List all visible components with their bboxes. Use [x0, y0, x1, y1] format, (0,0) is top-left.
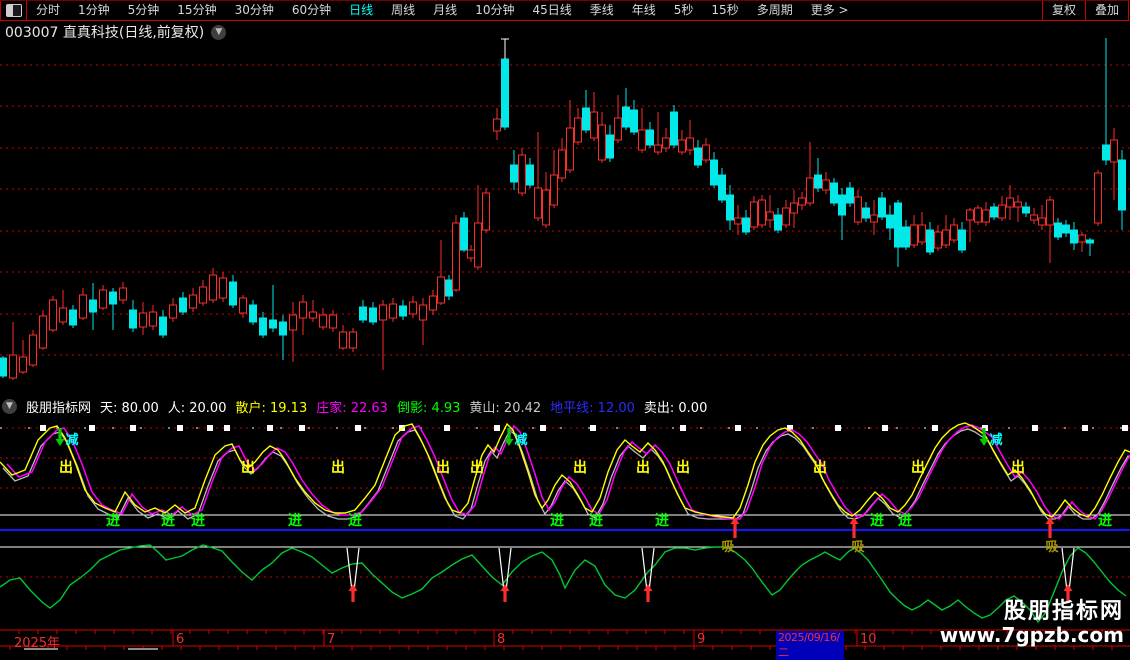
v-spike-signals — [347, 548, 1074, 602]
svg-text:进: 进 — [348, 513, 362, 529]
svg-text:进: 进 — [288, 513, 302, 529]
menu-item-周线[interactable]: 周线 — [382, 1, 424, 20]
menu-item-年线[interactable]: 年线 — [623, 1, 665, 20]
svg-text:出: 出 — [636, 459, 650, 476]
menu-item-15秒[interactable]: 15秒 — [702, 1, 747, 20]
svg-text:减: 减 — [514, 432, 527, 448]
axis-month-8: 8 — [497, 632, 505, 647]
indicator-field-散户: 散户: 19.13 — [235, 397, 307, 416]
menu-item-45日线[interactable]: 45日线 — [523, 1, 580, 20]
blue-line-buy-arrows — [731, 517, 1055, 538]
indicator-field-地平线: 地平线: 12.00 — [550, 397, 635, 416]
watermark: 股朋指标网 www.7gpzb.com — [940, 600, 1124, 646]
svg-text:出: 出 — [813, 459, 827, 476]
toolbar-right-buttons: 复权叠加多 — [1042, 1, 1130, 20]
indicator-values: 天: 80.00 人: 20.00 散户: 19.13 庄家: 22.63 倒影: 4.… — [100, 397, 707, 416]
indicator-site-label: 股朋指标网 — [26, 397, 91, 416]
watermark-url: www.7gpzb.com — [940, 624, 1124, 646]
svg-text:吸: 吸 — [851, 540, 865, 555]
menu-item-15分钟[interactable]: 15分钟 — [168, 1, 225, 20]
menu-item-更多 >[interactable]: 更多 > — [802, 1, 858, 20]
axis-month-9: 9 — [697, 632, 705, 647]
svg-text:进: 进 — [106, 513, 120, 529]
indicator-field-黄山: 黄山: 20.42 — [469, 397, 541, 416]
indicator-field-卖出: 卖出: 0.00 — [644, 397, 707, 416]
axis-month-10: 10 — [860, 632, 877, 647]
peak-white-wick — [501, 39, 509, 59]
stock-title: 003007 直真科技(日线,前复权) — [5, 22, 204, 42]
indicator-header: ▼ 股朋指标网 天: 80.00 人: 20.00 散户: 19.13 庄家: 22.… — [2, 397, 707, 416]
indicator-field-倒影: 倒影: 4.93 — [397, 397, 460, 416]
axis-month-6: 6 — [176, 632, 184, 647]
svg-text:出: 出 — [573, 459, 587, 476]
menu-item-5秒[interactable]: 5秒 — [665, 1, 703, 20]
svg-text:出: 出 — [1011, 459, 1025, 476]
svg-text:出: 出 — [911, 459, 925, 476]
menu-item-1分钟[interactable]: 1分钟 — [69, 1, 119, 20]
svg-text:进: 进 — [161, 513, 175, 529]
window-layout-button[interactable] — [0, 1, 27, 20]
split-window-icon — [6, 4, 22, 17]
chevron-down-icon[interactable]: ▼ — [211, 25, 226, 40]
svg-text:出: 出 — [59, 459, 73, 476]
svg-text:进: 进 — [191, 513, 205, 529]
svg-text:进: 进 — [870, 513, 884, 529]
menu-item-月线[interactable]: 月线 — [424, 1, 466, 20]
trading-app-window: { "toolbar": { "window_icon": "split-win… — [0, 0, 1130, 650]
svg-text:减: 减 — [65, 432, 78, 448]
svg-text:出: 出 — [241, 459, 255, 476]
menu-item-季线[interactable]: 季线 — [581, 1, 623, 20]
indicator-panel — [0, 428, 1130, 577]
svg-text:出: 出 — [331, 459, 345, 476]
svg-text:减: 减 — [989, 432, 1002, 448]
collapse-panel-icon[interactable]: ▼ — [2, 399, 17, 414]
oscillator-curves — [0, 423, 1130, 519]
menu-item-分时[interactable]: 分时 — [27, 1, 69, 20]
svg-text:进: 进 — [655, 513, 669, 529]
candles-layer — [0, 38, 1126, 380]
stock-title-bar[interactable]: 003007 直真科技(日线,前复权) ▼ — [5, 22, 226, 42]
menu-item-5分钟[interactable]: 5分钟 — [119, 1, 169, 20]
toolbar-button-复权[interactable]: 复权 — [1042, 1, 1085, 20]
watermark-site-name: 股朋指标网 — [940, 600, 1124, 624]
indicator-field-天: 天: 80.00 — [100, 397, 159, 416]
indicator-field-人: 人: 20.00 — [168, 397, 227, 416]
menu-item-日线[interactable]: 日线 — [340, 1, 382, 20]
svg-text:进: 进 — [1098, 513, 1112, 529]
svg-text:进: 进 — [589, 513, 603, 529]
svg-text:出: 出 — [436, 459, 450, 476]
menu-item-60分钟[interactable]: 60分钟 — [283, 1, 340, 20]
menu-item-多周期[interactable]: 多周期 — [748, 1, 802, 20]
axis-year-label: 2025年 — [14, 632, 60, 651]
period-toolbar: 分时1分钟5分钟15分钟30分钟60分钟日线周线月线10分钟45日线季线年线5秒… — [0, 0, 1130, 21]
svg-text:进: 进 — [550, 513, 564, 529]
svg-text:吸: 吸 — [721, 540, 735, 555]
period-menu: 分时1分钟5分钟15分钟30分钟60分钟日线周线月线10分钟45日线季线年线5秒… — [27, 1, 858, 20]
toolbar-button-叠加[interactable]: 叠加 — [1085, 1, 1128, 20]
menu-item-10分钟[interactable]: 10分钟 — [466, 1, 523, 20]
signal-labels: 出出出出出出出出出出出进进进进进进进进进进进吸吸吸 — [59, 459, 1112, 555]
svg-text:吸: 吸 — [1045, 540, 1059, 555]
svg-text:出: 出 — [470, 459, 484, 476]
axis-month-7: 7 — [327, 632, 335, 647]
menu-item-30分钟[interactable]: 30分钟 — [226, 1, 283, 20]
svg-text:出: 出 — [676, 459, 690, 476]
indicator-field-庄家: 庄家: 22.63 — [316, 397, 388, 416]
chart-canvas[interactable]: 出出出出出出出出出出出进进进进进进进进进进进吸吸吸减减减 — [0, 0, 1130, 650]
reduce-signals: 减减减 — [56, 428, 1003, 448]
axis-selected-date[interactable]: 2025/09/16/二 — [776, 631, 844, 660]
svg-text:进: 进 — [898, 513, 912, 529]
